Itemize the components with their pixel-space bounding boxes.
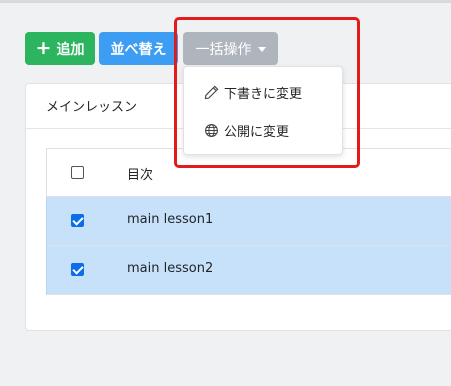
header-toc: 目次 xyxy=(127,168,154,183)
table-row[interactable]: main lesson1 xyxy=(46,197,451,246)
plus-icon: + xyxy=(35,37,52,59)
row-label: main lesson1 xyxy=(127,212,214,227)
add-button-label: 追加 xyxy=(56,41,85,58)
annotation-highlight-box xyxy=(174,17,360,168)
sort-button-label: 並べ替え xyxy=(110,41,167,58)
row-checkbox[interactable] xyxy=(71,263,84,276)
sort-button[interactable]: 並べ替え xyxy=(99,32,178,65)
table-row[interactable]: main lesson2 xyxy=(46,246,451,295)
select-all-checkbox[interactable] xyxy=(71,166,84,179)
add-button[interactable]: + 追加 xyxy=(25,32,95,65)
row-label: main lesson2 xyxy=(127,261,214,276)
top-border xyxy=(0,0,451,3)
card-title: メインレッスン xyxy=(46,100,138,115)
row-checkbox[interactable] xyxy=(71,214,84,227)
lesson-table: 目次 main lesson1 main lesson2 xyxy=(46,148,451,295)
